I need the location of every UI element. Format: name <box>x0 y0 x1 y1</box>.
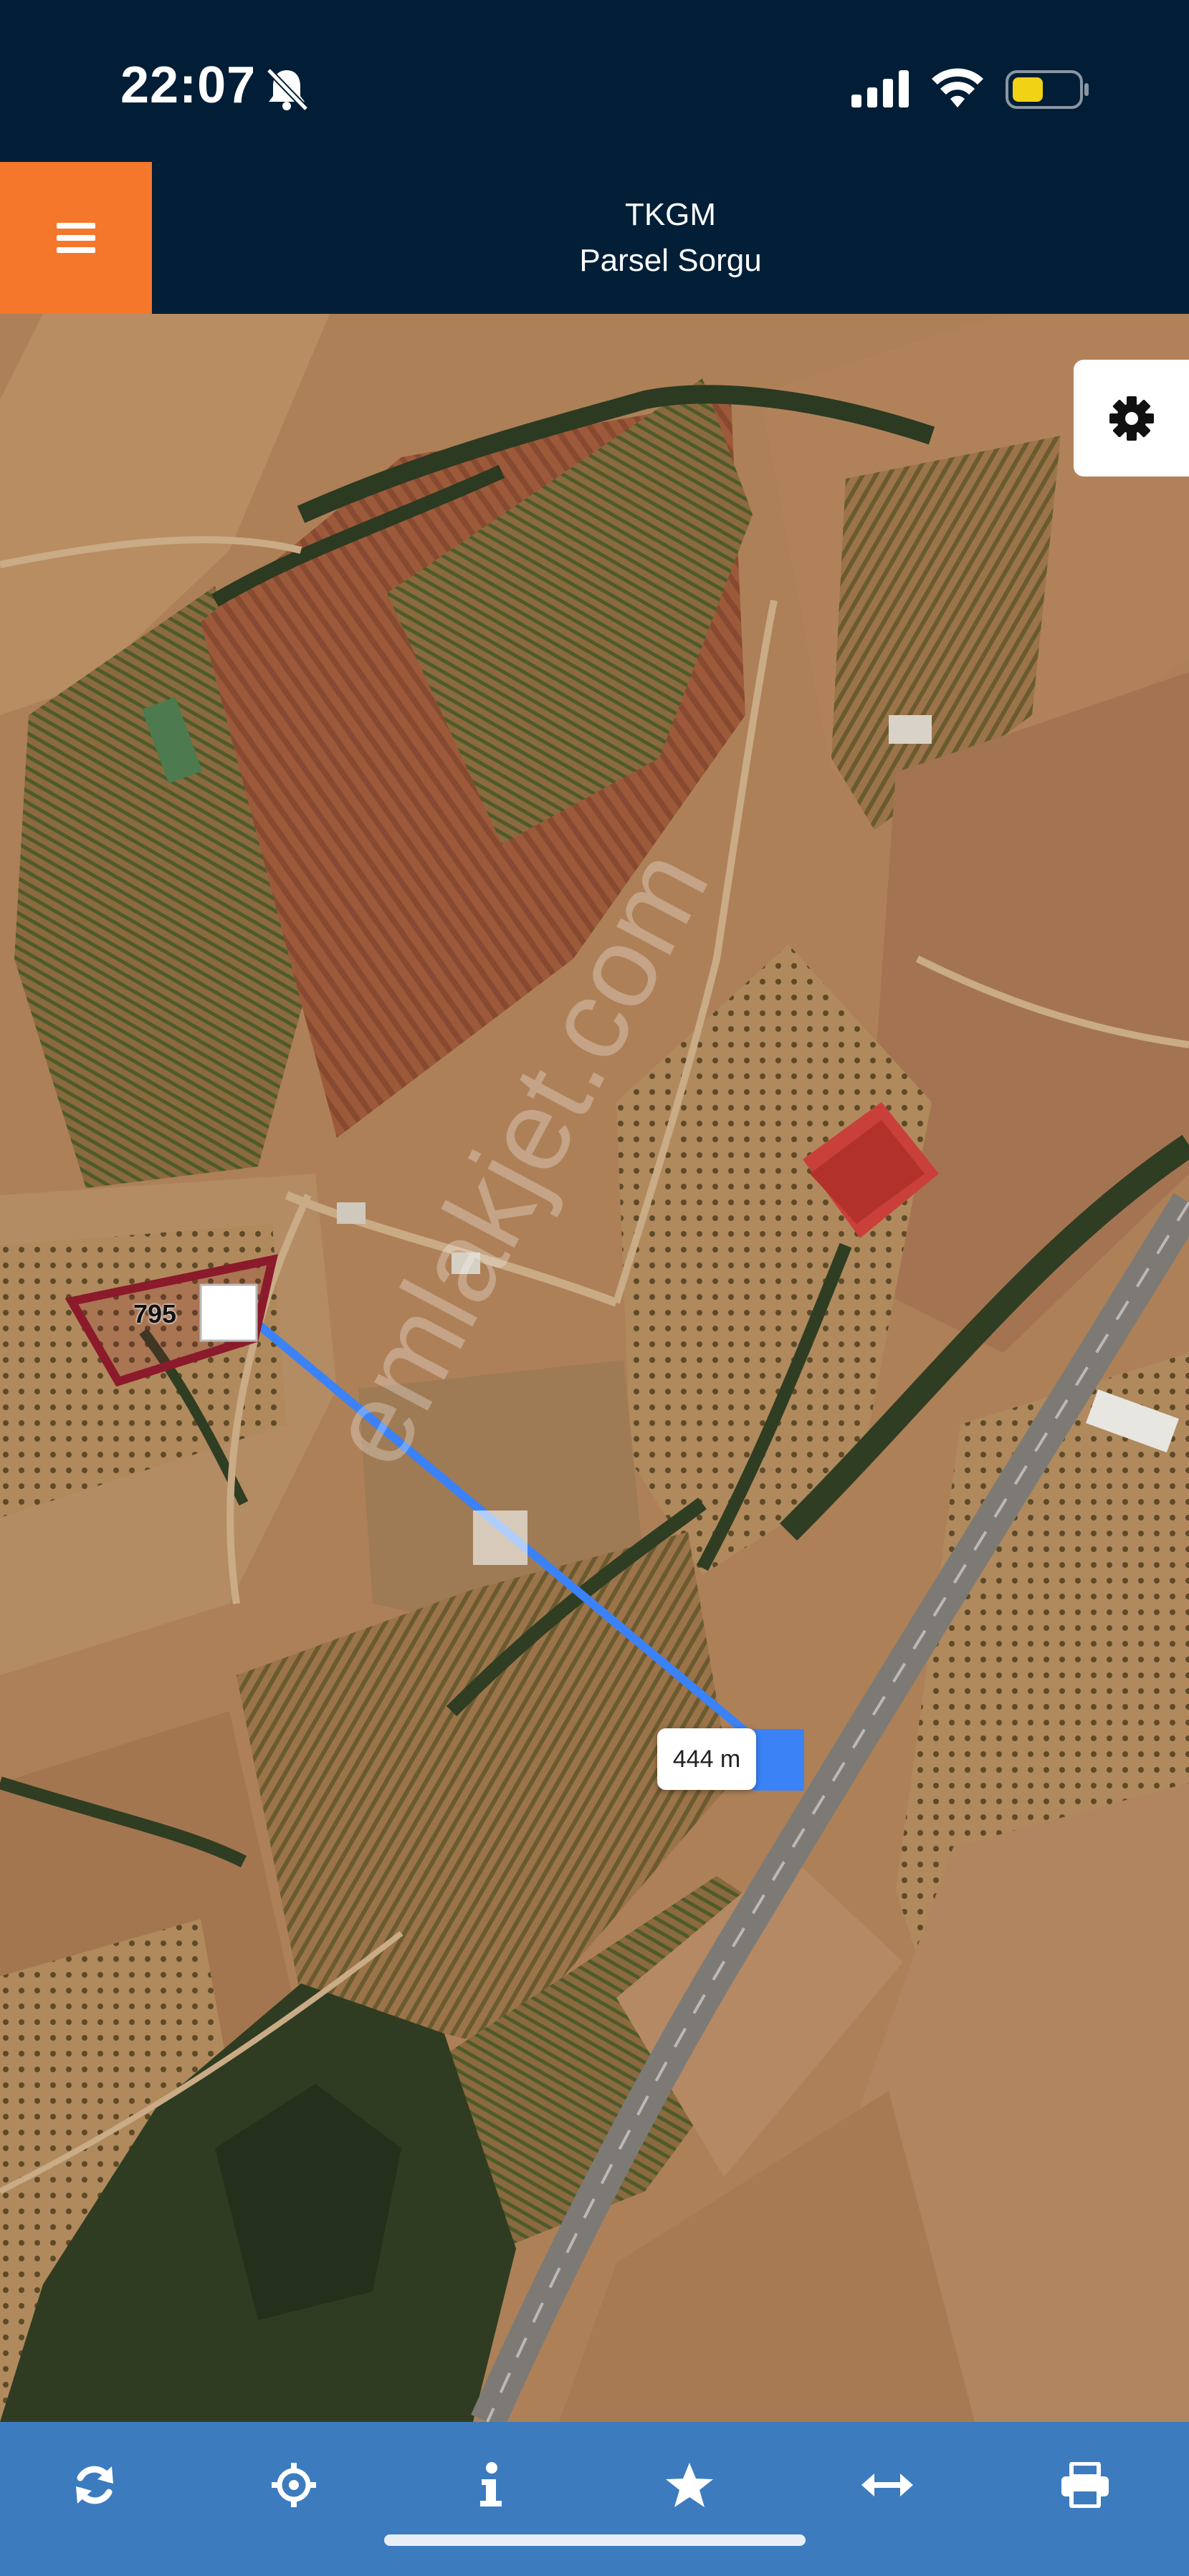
map-imagery <box>0 314 1189 2422</box>
menu-button[interactable] <box>0 162 152 314</box>
info-icon <box>480 2461 502 2506</box>
refresh-button[interactable] <box>44 2422 145 2547</box>
cellular-signal-icon <box>851 70 909 107</box>
satellite-map[interactable]: 795 emlakjet.com 444 m <box>0 314 1189 2422</box>
silent-bell-icon <box>266 67 309 112</box>
battery-icon <box>1006 70 1089 109</box>
wifi-icon <box>932 68 983 107</box>
app-title: TKGM <box>624 197 717 232</box>
refresh-icon <box>76 2466 113 2504</box>
settings-button[interactable] <box>1074 360 1189 477</box>
measure-icon <box>861 2473 913 2496</box>
home-indicator[interactable] <box>384 2534 806 2546</box>
favorite-button[interactable] <box>639 2422 740 2547</box>
parcel-number-label[interactable]: 795 <box>133 1299 176 1329</box>
gear-icon <box>1109 396 1154 441</box>
measure-button[interactable] <box>837 2422 937 2547</box>
clock: 22:07 <box>120 57 257 114</box>
app-header: TKGM Parsel Sorgu <box>0 162 1189 314</box>
print-button[interactable] <box>1035 2422 1135 2547</box>
locate-button[interactable] <box>244 2422 344 2547</box>
hamburger-icon <box>57 223 95 253</box>
crosshair-icon <box>272 2462 316 2507</box>
title-block: TKGM Parsel Sorgu <box>152 162 1189 314</box>
info-button[interactable] <box>440 2422 540 2547</box>
print-icon <box>1061 2461 1109 2508</box>
distance-label: 444 m <box>657 1728 756 1790</box>
bottom-toolbar <box>0 2422 1189 2576</box>
star-icon <box>666 2462 713 2507</box>
status-bar: 22:07 <box>0 0 1189 162</box>
app-subtitle: Parsel Sorgu <box>579 243 762 278</box>
